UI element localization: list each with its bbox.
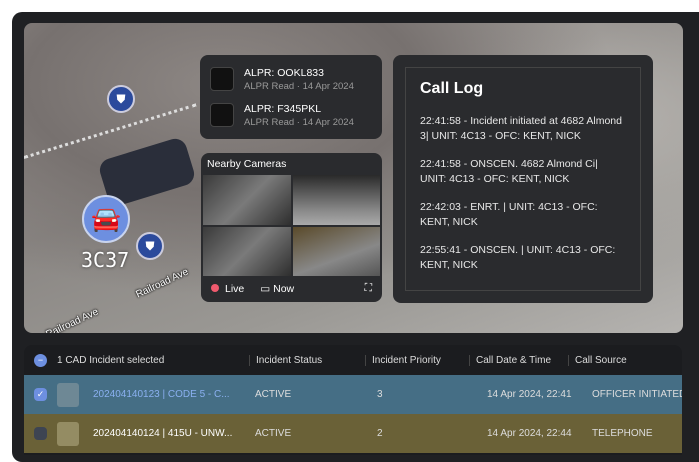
source-cell: OFFICER INITIATED xyxy=(592,389,682,400)
table-row[interactable]: 202404140124 | 415U - UNW... ACTIVE 2 14… xyxy=(24,414,682,453)
camera-feed[interactable] xyxy=(292,226,380,276)
incident-link[interactable]: 202404140123 | CODE 5 - C... xyxy=(93,389,230,400)
alpr-title: ALPR: OOKL833 xyxy=(244,66,324,79)
now-label: Now xyxy=(273,282,295,295)
incident-thumbnail xyxy=(57,421,79,446)
row-checkbox[interactable] xyxy=(34,427,47,440)
live-dot-icon xyxy=(211,283,219,292)
priority-cell: 3 xyxy=(377,389,383,400)
status-cell: ACTIVE xyxy=(255,428,292,439)
window-icon: ▭ xyxy=(260,282,274,295)
cameras-title: Nearby Cameras xyxy=(207,158,287,170)
nearby-cameras-panel: Nearby Cameras Live ▭ Now ⛶ xyxy=(201,153,382,302)
live-label: Live xyxy=(225,282,245,295)
column-header-priority[interactable]: Incident Priority xyxy=(365,354,475,366)
camera-feed[interactable] xyxy=(292,175,380,225)
column-header-source[interactable]: Call Source xyxy=(568,354,658,366)
status-cell: ACTIVE xyxy=(255,389,292,400)
alpr-thumbnail xyxy=(210,103,234,127)
table-row[interactable]: ✓ 202404140123 | CODE 5 - C... ACTIVE 3 1… xyxy=(24,375,682,414)
camera-feed[interactable] xyxy=(203,175,291,225)
column-header-status[interactable]: Incident Status xyxy=(249,354,371,366)
alpr-subtitle: ALPR Read · 14 Apr 2024 xyxy=(244,80,354,92)
street-label: Railroad Ave xyxy=(44,306,101,333)
call-log-title: Call Log xyxy=(420,80,484,97)
alpr-item[interactable]: ALPR: F345PKL ALPR Read · 14 Apr 2024 xyxy=(210,97,372,133)
selection-count: 1 CAD Incident selected xyxy=(57,354,165,366)
alpr-subtitle: ALPR Read · 14 Apr 2024 xyxy=(244,116,354,128)
fullscreen-icon[interactable]: ⛶ xyxy=(365,282,372,295)
alpr-panel: ALPR: OOKL833 ALPR Read · 14 Apr 2024 ALP… xyxy=(200,55,382,139)
log-entry: 22:41:58 - ONSCEN. 4682 Almond Ci| UNIT:… xyxy=(420,158,598,185)
incident-link[interactable]: 202404140124 | 415U - UNW... xyxy=(93,428,232,439)
camera-feed[interactable] xyxy=(203,226,291,276)
table-header: −1 CAD Incident selected Incident Status… xyxy=(24,345,682,375)
street-label: Railroad Ave xyxy=(134,266,191,301)
priority-cell: 2 xyxy=(377,428,383,439)
police-badge-icon[interactable]: ⛊ xyxy=(136,232,164,260)
column-header-datetime[interactable]: Call Date & Time xyxy=(469,354,574,366)
unit-car-icon[interactable]: 🚘 xyxy=(82,195,130,243)
log-entry: 22:42:03 - ENRT. | UNIT: 4C13 - OFC: KEN… xyxy=(420,201,598,228)
incident-thumbnail xyxy=(57,382,79,407)
log-entry: 22:41:58 - Incident initiated at 4682 Al… xyxy=(420,115,622,142)
log-entry: 22:55:41 - ONSCEN. | UNIT: 4C13 - OFC: K… xyxy=(420,244,616,271)
call-log-panel: Call Log 22:41:58 - Incident initiated a… xyxy=(393,55,653,303)
datetime-cell: 14 Apr 2024, 22:41 xyxy=(487,389,572,400)
datetime-cell: 14 Apr 2024, 22:44 xyxy=(487,428,572,439)
alpr-item[interactable]: ALPR: OOKL833 ALPR Read · 14 Apr 2024 xyxy=(210,61,372,97)
row-checkbox[interactable]: ✓ xyxy=(34,388,47,401)
select-all-checkbox[interactable]: − xyxy=(34,353,47,367)
live-button[interactable]: Live xyxy=(211,283,244,295)
police-badge-icon[interactable]: ⛊ xyxy=(107,85,135,113)
incident-table: −1 CAD Incident selected Incident Status… xyxy=(24,345,682,455)
alpr-title: ALPR: F345PKL xyxy=(244,102,322,115)
now-button[interactable]: ▭ Now xyxy=(260,283,294,295)
unit-label: 3C37 xyxy=(81,248,130,272)
alpr-thumbnail xyxy=(210,67,234,91)
source-cell: TELEPHONE xyxy=(592,428,653,439)
